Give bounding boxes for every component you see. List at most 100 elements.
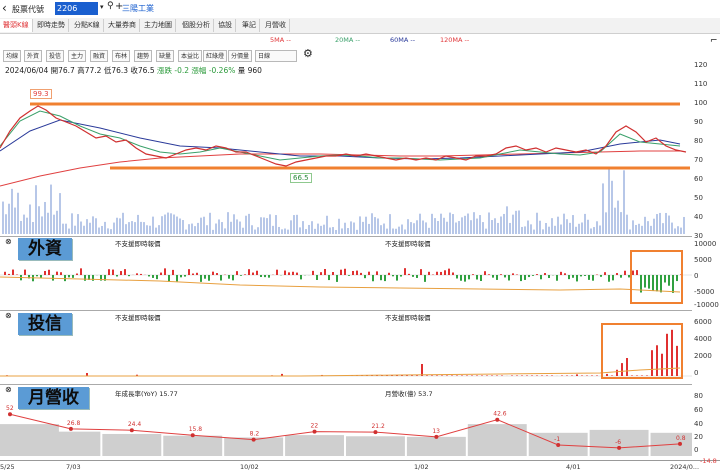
chip-trend[interactable]: 趨勢 (134, 50, 152, 62)
foreign-bar (368, 272, 370, 275)
tab-main-map[interactable]: 主力地圖 (141, 19, 176, 32)
trust-title-text: 投信 (28, 314, 62, 334)
tab-realtime[interactable]: 即時走勢 (34, 19, 69, 32)
chip-main[interactable]: 主力 (68, 50, 86, 62)
volume-bar (422, 220, 424, 234)
yoy-point-label: 21.2 (371, 423, 385, 430)
foreign-bar (364, 275, 366, 278)
tab-notes[interactable]: 筆記 (239, 19, 260, 32)
chip-traffic[interactable]: 紅綠燈 (203, 50, 227, 62)
volume-bar (209, 213, 211, 234)
volume-bar (326, 216, 328, 234)
volume-bar (527, 221, 529, 234)
stock-code-input[interactable]: 2206 (55, 2, 98, 15)
yoy-point-label: 0.8 (676, 435, 686, 442)
tab-revenue[interactable]: 月營收 (262, 19, 290, 32)
chevron-left-icon[interactable]: ‹ (2, 1, 7, 15)
trust-bar (661, 354, 663, 376)
x-axis-tick: 10/02 (240, 463, 259, 471)
foreign-bar (632, 271, 634, 275)
volume-bar (320, 226, 322, 234)
volume-bar (95, 218, 97, 234)
volume-bar (428, 228, 430, 234)
low-annotation: 66.5 (290, 173, 312, 183)
chip-margin[interactable]: 融資 (90, 50, 108, 62)
chip-trust[interactable]: 投信 (46, 50, 64, 62)
yoy-point-label: 13 (432, 428, 440, 435)
volume-bar (383, 224, 385, 234)
volume-bar (506, 206, 508, 234)
close-panel-icon[interactable]: ⊗ (5, 311, 12, 320)
volume-bar (389, 214, 391, 234)
volume-bar (173, 215, 175, 234)
foreign-bar (400, 275, 402, 277)
volume-bar (65, 224, 67, 234)
foreign-bar (216, 273, 218, 275)
trust-bar (471, 376, 473, 377)
foreign-bar (324, 269, 326, 275)
foreign-bar (180, 275, 182, 277)
volume-bar (242, 228, 244, 234)
volume-bar (581, 222, 583, 234)
revenue-bar (346, 436, 405, 456)
volume-bar (38, 206, 40, 234)
volume-bar (620, 212, 622, 234)
trust-bar (461, 376, 463, 377)
trust-bar (671, 330, 673, 376)
trust-bar (676, 346, 678, 376)
tab-settings[interactable]: 協設 (215, 19, 236, 32)
foreign-bar (356, 271, 358, 275)
foreign-bar (452, 272, 454, 275)
chip-price-volume[interactable]: 分價量 (228, 50, 252, 62)
foreign-axis-tick: 10000 (694, 240, 716, 248)
volume-bar (158, 225, 160, 234)
main-axis-tick: 50 (694, 194, 703, 202)
foreign-bar (300, 275, 302, 279)
trust-bars (6, 330, 683, 376)
high-label: 高 (77, 66, 85, 75)
volume-bar (563, 214, 565, 234)
volume-bar (632, 220, 634, 234)
foreign-bar (656, 275, 658, 291)
magnifier-icon[interactable]: ⚲ (107, 1, 114, 11)
foreign-bar (644, 275, 646, 288)
tool-icon[interactable]: ⌐ (710, 36, 718, 46)
foreign-title-text: 外資 (28, 239, 62, 259)
volume-bar (47, 213, 49, 234)
volume-bar (68, 229, 70, 234)
volume-bar (398, 227, 400, 234)
volume-bar (410, 222, 412, 234)
foreign-bar (72, 275, 74, 278)
chip-pe[interactable]: 本益比 (178, 50, 202, 62)
foreign-bar (48, 270, 50, 275)
volume-bar (560, 225, 562, 234)
foreign-bar (508, 275, 510, 280)
volume-bar (224, 228, 226, 234)
volume-bar (116, 218, 118, 234)
chip-bollinger[interactable]: 布林 (112, 50, 130, 62)
close-panel-icon[interactable]: ⊗ (5, 385, 12, 394)
volume-bar (470, 220, 472, 234)
foreign-bar (252, 273, 254, 275)
dropdown-icon[interactable]: ▾ (100, 3, 104, 11)
tab-split-kline[interactable]: 分點K線 (71, 19, 104, 32)
tab-analysis[interactable]: 個股分析 (179, 19, 214, 32)
volume-bar (194, 226, 196, 234)
foreign-bar (516, 274, 518, 275)
tab-kline[interactable]: 醫頭K線 (0, 19, 33, 32)
volume-bar (107, 228, 109, 234)
revenue-bar (468, 424, 527, 456)
volume-bar (521, 227, 523, 234)
chip-ma[interactable]: 均線 (3, 50, 21, 62)
volume-bar (377, 218, 379, 234)
gear-icon[interactable]: ⚙ (303, 47, 313, 60)
chip-gap[interactable]: 缺量 (156, 50, 174, 62)
volume-bar (74, 226, 76, 234)
period-select[interactable]: 日線 (255, 50, 297, 62)
volume-bar (239, 222, 241, 234)
main-chart[interactable] (0, 76, 692, 234)
volume-bar (137, 215, 139, 234)
chip-foreign[interactable]: 外資 (24, 50, 42, 62)
tab-big-broker[interactable]: 大量券商 (105, 19, 140, 32)
foreign-bar (496, 275, 498, 280)
